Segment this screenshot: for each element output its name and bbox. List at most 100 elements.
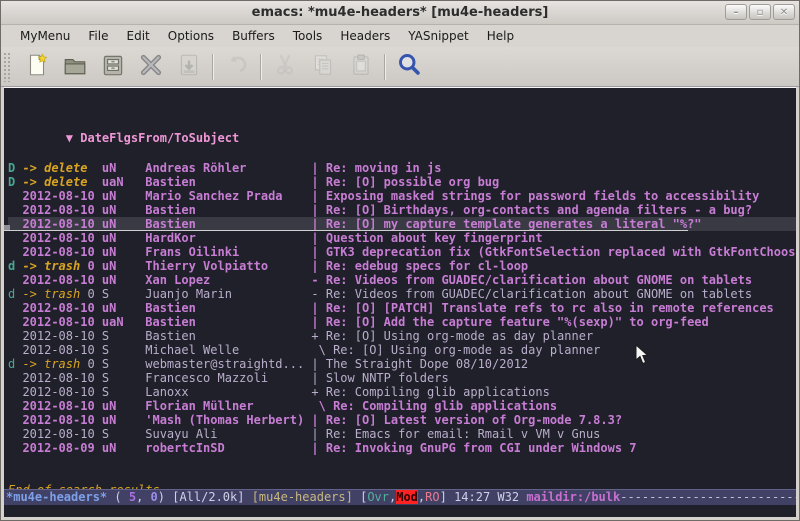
- header-col-subject[interactable]: Subject: [189, 131, 240, 145]
- mark-indicator: [8, 273, 22, 287]
- message-row[interactable]: 2012-08-10 uN Bastien | Re: [O] [PATCH] …: [8, 301, 796, 315]
- search-button[interactable]: [390, 51, 428, 83]
- message-row[interactable]: 2012-08-10 S Lanoxx + Re: Compiling glib…: [8, 385, 796, 399]
- message-row[interactable]: 2012-08-10 S Michael Welle \ Re: [O] Usi…: [8, 343, 796, 357]
- flags-field: S: [102, 427, 145, 441]
- message-row-current[interactable]: 2012-08-10 uN Bastien | Re: [O] my captu…: [8, 217, 796, 231]
- message-row[interactable]: 2012-08-10 uN Bastien | Re: [O] Birthday…: [8, 203, 796, 217]
- mark-indicator: [8, 343, 22, 357]
- date-field: 2012-08-10: [22, 245, 101, 259]
- date-field: -> trash 0: [22, 287, 101, 301]
- message-row[interactable]: 2012-08-09 uN robertcInSD | Re: Invoking…: [8, 441, 796, 455]
- date-field: 2012-08-10: [22, 273, 101, 287]
- from-field: HardKor: [145, 231, 311, 245]
- subject-field: | Re: [O] possible org bug: [311, 175, 499, 189]
- subject-field: | Re: Invoking GnuPG from CGI under Wind…: [311, 441, 636, 455]
- message-row[interactable]: 2012-08-10 S Suvayu Ali | Re: Emacs for …: [8, 427, 796, 441]
- from-field: Suvayu Ali: [145, 427, 311, 441]
- message-row[interactable]: d -> trash 0 uN Thierry Volpiatto | Re: …: [8, 259, 796, 273]
- minimize-button[interactable]: –: [725, 4, 747, 20]
- message-row[interactable]: 2012-08-10 uN Mario Sanchez Prada | Expo…: [8, 189, 796, 203]
- date-field: 2012-08-10: [22, 399, 101, 413]
- modeline-plain: (: [107, 490, 129, 504]
- undo-icon: [224, 52, 250, 82]
- toolbar: [1, 47, 799, 87]
- mark-indicator: d: [8, 287, 22, 301]
- mark-indicator: [8, 217, 22, 231]
- menu-item-help[interactable]: Help: [478, 27, 523, 45]
- from-field: Bastien: [145, 175, 311, 189]
- pending-action-label: -> trash: [22, 287, 80, 301]
- close-button[interactable]: ✕: [773, 4, 795, 20]
- modeline-mod: Mod: [396, 490, 418, 504]
- toolbar-separator: [384, 54, 386, 80]
- subject-field: | Slow NNTP folders: [311, 371, 448, 385]
- message-row[interactable]: d -> trash 0 S webmaster@straightd... | …: [8, 357, 796, 371]
- message-row[interactable]: 2012-08-10 uN 'Mash (Thomas Herbert) | R…: [8, 413, 796, 427]
- modeline-plain: ]: [440, 490, 454, 504]
- from-field: robertcInSD: [145, 441, 311, 455]
- subject-field: | Re: Emacs for email: Rmail v VM v Gnus: [311, 427, 600, 441]
- message-row[interactable]: d -> trash 0 S Juanjo Marin - Re: Videos…: [8, 287, 796, 301]
- from-field: 'Mash (Thomas Herbert): [145, 413, 311, 427]
- mark-indicator: [8, 189, 22, 203]
- search-icon: [396, 51, 423, 82]
- menu-item-headers[interactable]: Headers: [331, 27, 399, 45]
- flags-field: S: [102, 343, 145, 357]
- modeline-dashes: ----------------------------------------…: [620, 490, 796, 504]
- menu-item-edit[interactable]: Edit: [118, 27, 159, 45]
- toolbar-grip-handle[interactable]: [3, 52, 12, 82]
- open-folder-button[interactable]: [56, 51, 94, 83]
- close-buffer-button[interactable]: [132, 51, 170, 83]
- message-row[interactable]: 2012-08-10 uaN Bastien | Re: [O] Add the…: [8, 315, 796, 329]
- message-row[interactable]: 2012-08-10 uN Florian Müllner \ Re: Comp…: [8, 399, 796, 413]
- mark-indicator: D: [8, 161, 22, 175]
- subject-field: | Re: [O] Birthdays, org-contacts and ag…: [311, 203, 752, 217]
- emacs-window: emacs: *mu4e-headers* [mu4e-headers] – ▫…: [0, 0, 800, 521]
- mark-indicator: d: [8, 357, 22, 371]
- message-row[interactable]: 2012-08-10 S Bastien + Re: [O] Using org…: [8, 329, 796, 343]
- mark-indicator: [8, 385, 22, 399]
- mode-line[interactable]: *mu4e-headers* ( 5, 0) [All/2.0k] [mu4e-…: [4, 489, 796, 505]
- message-row[interactable]: 2012-08-10 uN Frans Oilinki | GTK3 depre…: [8, 245, 796, 259]
- mark-indicator: D: [8, 175, 22, 189]
- menu-item-buffers[interactable]: Buffers: [223, 27, 284, 45]
- message-row[interactable]: 2012-08-10 uN Xan Lopez - Re: Videos fro…: [8, 273, 796, 287]
- from-field: Lanoxx: [145, 385, 311, 399]
- window-title: emacs: *mu4e-headers* [mu4e-headers]: [1, 5, 799, 20]
- menu-bar: MyMenuFileEditOptionsBuffersToolsHeaders…: [1, 25, 799, 47]
- message-row[interactable]: 2012-08-10 uN HardKor | Question about k…: [8, 231, 796, 245]
- flags-field: S: [102, 371, 145, 385]
- header-col-date[interactable]: ▼ Date: [66, 131, 109, 145]
- date-field: 2012-08-10: [22, 315, 101, 329]
- from-field: Bastien: [145, 217, 311, 231]
- title-bar[interactable]: emacs: *mu4e-headers* [mu4e-headers] – ▫…: [1, 1, 799, 25]
- menu-item-options[interactable]: Options: [159, 27, 223, 45]
- echo-area[interactable]: [4, 505, 796, 517]
- new-file-button[interactable]: [18, 51, 56, 83]
- mark-indicator: [8, 231, 22, 245]
- menu-item-yasnippet[interactable]: YASnippet: [399, 27, 478, 45]
- mark-indicator: [8, 329, 22, 343]
- save-button[interactable]: [94, 51, 132, 83]
- menu-item-tools[interactable]: Tools: [284, 27, 332, 45]
- message-row[interactable]: 2012-08-10 S Francesco Mazzoli | Slow NN…: [8, 371, 796, 385]
- flags-field: uN: [102, 399, 145, 413]
- undo-button: [218, 51, 256, 83]
- from-field: webmaster@straightd...: [145, 357, 311, 371]
- header-col-flags[interactable]: Flgs: [109, 131, 138, 145]
- flags-field: uN: [102, 301, 145, 315]
- message-row[interactable]: D -> delete uN Andreas Röhler | Re: movi…: [8, 161, 796, 175]
- message-row[interactable]: D -> delete uaN Bastien | Re: [O] possib…: [8, 175, 796, 189]
- mark-indicator: d: [8, 259, 22, 273]
- from-field: Juanjo Marin: [145, 287, 311, 301]
- menu-item-file[interactable]: File: [79, 27, 117, 45]
- menu-item-mymenu[interactable]: MyMenu: [11, 27, 79, 45]
- header-col-from[interactable]: From/To: [138, 131, 189, 145]
- modeline-ovr: Ovr: [367, 490, 389, 504]
- from-field: Thierry Volpiatto: [145, 259, 311, 273]
- maximize-button[interactable]: ▫: [749, 4, 771, 20]
- date-field: 2012-08-10: [22, 189, 101, 203]
- flags-field: uaN: [102, 315, 145, 329]
- pending-action-label: -> trash: [22, 259, 80, 273]
